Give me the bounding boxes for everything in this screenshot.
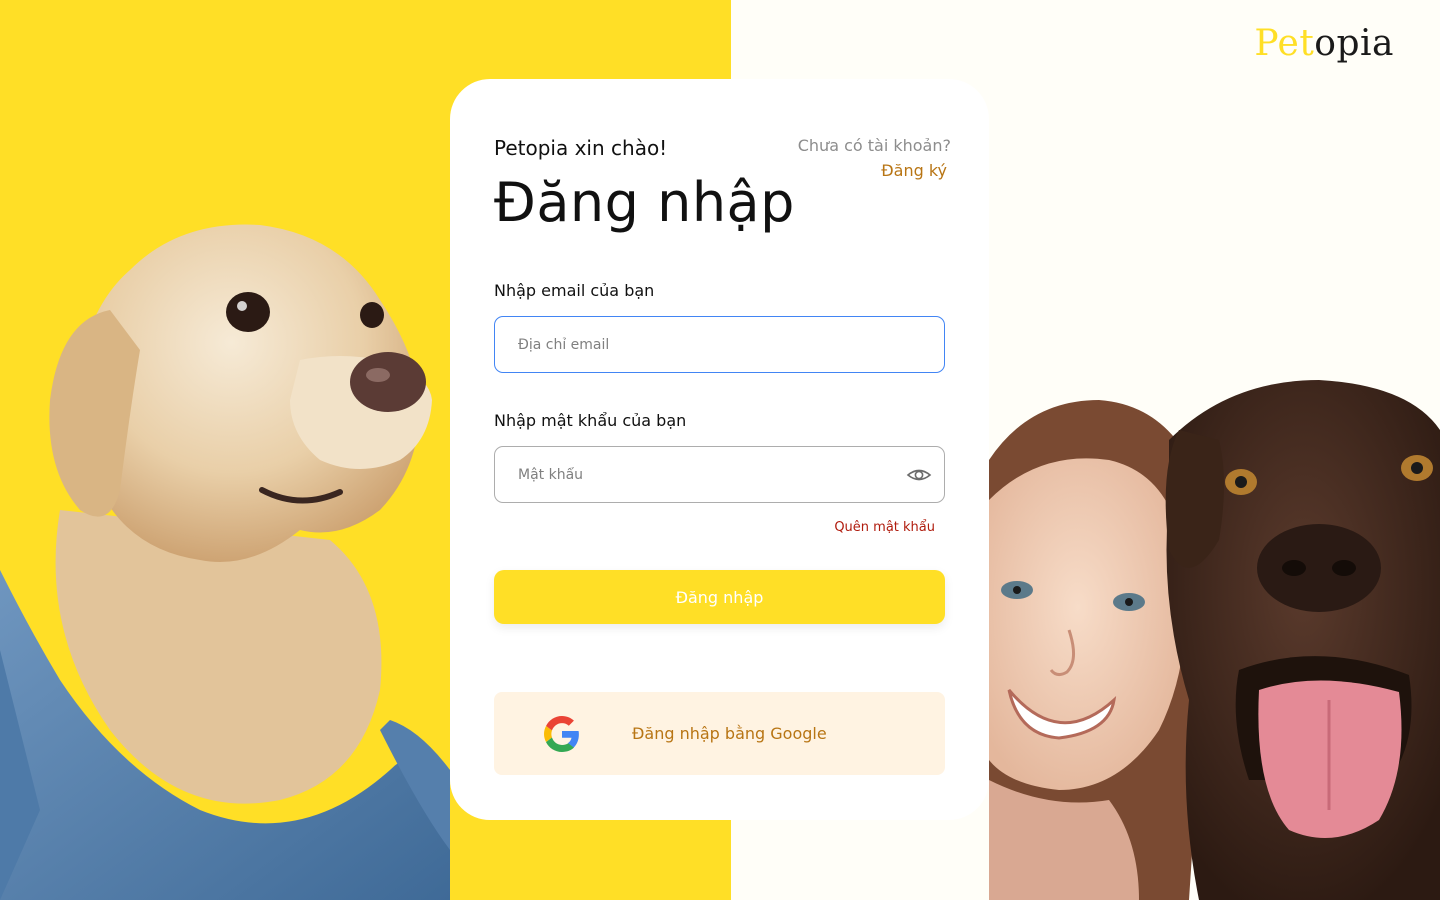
brand-logo-part2: opia bbox=[1314, 23, 1394, 64]
google-login-button[interactable]: Đăng nhập bằng Google bbox=[494, 692, 945, 775]
page-title: Đăng nhập bbox=[494, 171, 795, 234]
eye-icon[interactable] bbox=[906, 463, 932, 487]
login-button[interactable]: Đăng nhập bbox=[494, 570, 945, 624]
greeting-text: Petopia xin chào! bbox=[494, 136, 668, 160]
email-label: Nhập email của bạn bbox=[494, 281, 655, 300]
google-logo-icon bbox=[544, 716, 579, 752]
google-login-label: Đăng nhập bằng Google bbox=[632, 724, 827, 743]
password-field-container bbox=[494, 446, 945, 503]
email-field-container bbox=[494, 316, 945, 373]
no-account-text: Chưa có tài khoản? bbox=[797, 136, 951, 155]
brand-logo-part1: Pet bbox=[1254, 23, 1315, 64]
signup-link[interactable]: Đăng ký bbox=[881, 161, 947, 180]
golden-retriever-photo bbox=[0, 224, 450, 900]
password-input[interactable] bbox=[518, 447, 878, 502]
girl-with-dog-photo bbox=[989, 380, 1440, 900]
login-page: Petopia Petopia xin chào! Đăng nhập Chưa… bbox=[0, 0, 1440, 900]
password-label: Nhập mật khẩu của bạn bbox=[494, 411, 687, 430]
brand-logo[interactable]: Petopia bbox=[1254, 26, 1394, 62]
email-input[interactable] bbox=[518, 317, 878, 372]
forgot-password-link[interactable]: Quên mật khẩu bbox=[834, 520, 935, 535]
login-card: Petopia xin chào! Đăng nhập Chưa có tài … bbox=[450, 79, 989, 820]
